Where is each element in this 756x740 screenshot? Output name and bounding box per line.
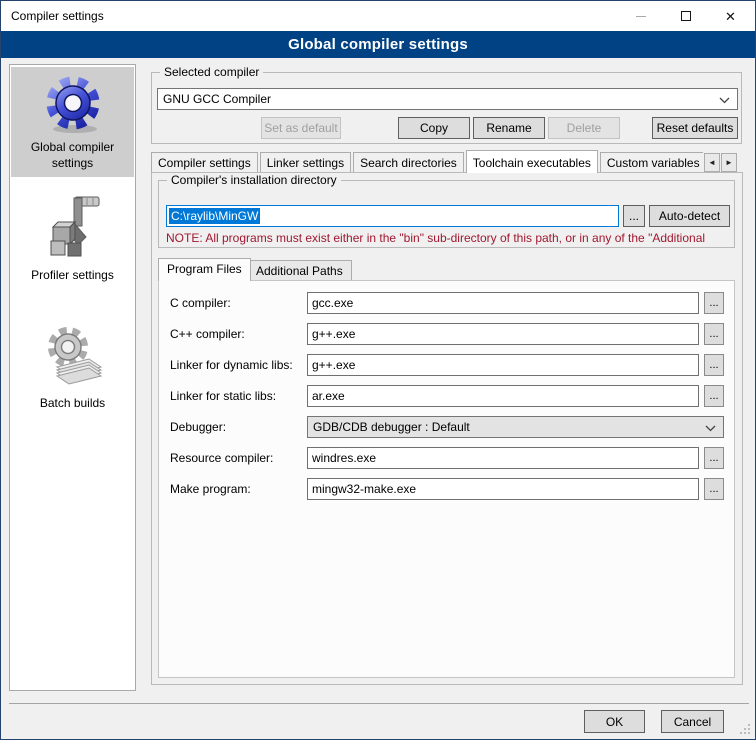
minimize-icon bbox=[636, 16, 646, 17]
installation-directory-input[interactable]: C:\raylib\MinGW bbox=[166, 205, 619, 227]
resize-grip[interactable] bbox=[738, 722, 751, 735]
subtab-additional-paths[interactable]: Additional Paths bbox=[247, 260, 352, 282]
batch-builds-gear-icon bbox=[41, 321, 105, 393]
dynamic-linker-input[interactable] bbox=[307, 354, 699, 376]
sidebar-item-profiler-settings[interactable]: Profiler settings bbox=[11, 187, 134, 289]
field-label: Linker for static libs: bbox=[170, 389, 276, 403]
window-controls: ✕ bbox=[618, 1, 753, 31]
compiler-select[interactable]: GNU GCC Compiler bbox=[157, 88, 738, 110]
field-row-make-program: Make program: ... bbox=[159, 478, 734, 500]
debugger-select[interactable]: GDB/CDB debugger : Default bbox=[307, 416, 724, 438]
tab-scroll-right-button[interactable]: ► bbox=[721, 153, 737, 172]
resource-compiler-input[interactable] bbox=[307, 447, 699, 469]
close-button[interactable]: ✕ bbox=[708, 1, 753, 31]
footer-separator bbox=[9, 703, 749, 704]
sidebar-item-label: Global compiler settings bbox=[11, 139, 134, 177]
banner-title: Global compiler settings bbox=[288, 36, 468, 53]
field-label: C compiler: bbox=[170, 296, 231, 310]
selected-compiler-group: Selected compiler GNU GCC Compiler Set a… bbox=[151, 72, 742, 144]
cancel-button[interactable]: Cancel bbox=[661, 710, 724, 733]
title-bar[interactable]: Compiler settings ✕ bbox=[1, 1, 755, 31]
subtab-program-files[interactable]: Program Files bbox=[158, 258, 251, 281]
tab-compiler-settings[interactable]: Compiler settings bbox=[151, 152, 258, 173]
maximize-button[interactable] bbox=[663, 1, 708, 31]
copy-button[interactable]: Copy bbox=[398, 117, 470, 139]
sidebar-item-label: Profiler settings bbox=[11, 267, 134, 289]
browse-button[interactable]: ... bbox=[704, 385, 724, 407]
field-row-dynamic-linker: Linker for dynamic libs: ... bbox=[159, 354, 734, 376]
ok-button[interactable]: OK bbox=[584, 710, 645, 733]
chevron-down-icon bbox=[719, 97, 730, 104]
chevron-down-icon bbox=[705, 425, 716, 432]
program-files-page: C compiler: ... C++ compiler: ... Linker… bbox=[158, 280, 735, 678]
note-text: NOTE: All programs must exist either in … bbox=[166, 231, 738, 245]
reset-defaults-button[interactable]: Reset defaults bbox=[652, 117, 738, 139]
window-title: Compiler settings bbox=[11, 1, 104, 31]
compiler-tabs: Compiler settings Linker settings Search… bbox=[151, 150, 703, 173]
cpp-compiler-input[interactable] bbox=[307, 323, 699, 345]
tab-search-directories[interactable]: Search directories bbox=[353, 152, 464, 173]
gear-blue-icon bbox=[41, 73, 105, 137]
field-label: Resource compiler: bbox=[170, 451, 273, 465]
settings-category-list: Global compiler settings bbox=[9, 64, 136, 691]
browse-button[interactable]: ... bbox=[704, 292, 724, 314]
maximize-icon bbox=[681, 11, 691, 21]
browse-button[interactable]: ... bbox=[704, 478, 724, 500]
sidebar-item-global-compiler-settings[interactable]: Global compiler settings bbox=[11, 67, 134, 177]
sidebar-item-label: Batch builds bbox=[11, 395, 134, 417]
field-label: C++ compiler: bbox=[170, 327, 245, 341]
debugger-select-value: GDB/CDB debugger : Default bbox=[313, 420, 470, 434]
field-label: Make program: bbox=[170, 482, 251, 496]
browse-button[interactable]: ... bbox=[704, 354, 724, 376]
static-linker-input[interactable] bbox=[307, 385, 699, 407]
c-compiler-input[interactable] bbox=[307, 292, 699, 314]
tab-toolchain-executables[interactable]: Toolchain executables bbox=[466, 150, 598, 173]
close-icon: ✕ bbox=[725, 10, 736, 23]
field-row-resource-compiler: Resource compiler: ... bbox=[159, 447, 734, 469]
field-row-static-linker: Linker for static libs: ... bbox=[159, 385, 734, 407]
banner: Global compiler settings bbox=[1, 31, 755, 58]
tab-scroll-left-button[interactable]: ◄ bbox=[704, 153, 720, 172]
sidebar-item-batch-builds[interactable]: Batch builds bbox=[11, 315, 134, 417]
installation-directory-legend: Compiler's installation directory bbox=[167, 173, 341, 187]
profiler-caliper-icon bbox=[41, 193, 105, 265]
make-program-input[interactable] bbox=[307, 478, 699, 500]
tab-custom-variables[interactable]: Custom variables bbox=[600, 152, 703, 173]
rename-button[interactable]: Rename bbox=[473, 117, 545, 139]
set-as-default-button[interactable]: Set as default bbox=[261, 117, 341, 139]
field-label: Debugger: bbox=[170, 420, 226, 434]
compiler-select-value: GNU GCC Compiler bbox=[163, 92, 271, 106]
delete-button[interactable]: Delete bbox=[548, 117, 620, 139]
browse-button[interactable]: ... bbox=[704, 323, 724, 345]
installation-directory-value: C:\raylib\MinGW bbox=[169, 208, 260, 224]
tab-linker-settings[interactable]: Linker settings bbox=[260, 152, 351, 173]
field-row-cpp-compiler: C++ compiler: ... bbox=[159, 323, 734, 345]
selected-compiler-legend: Selected compiler bbox=[160, 65, 263, 79]
compiler-settings-dialog: Compiler settings ✕ Global compiler sett… bbox=[0, 0, 756, 740]
minimize-button[interactable] bbox=[618, 1, 663, 31]
auto-detect-button[interactable]: Auto-detect bbox=[649, 205, 730, 227]
field-row-debugger: Debugger: GDB/CDB debugger : Default bbox=[159, 416, 734, 438]
field-row-c-compiler: C compiler: ... bbox=[159, 292, 734, 314]
browse-button[interactable]: ... bbox=[704, 447, 724, 469]
directory-browse-button[interactable]: ... bbox=[623, 205, 645, 227]
field-label: Linker for dynamic libs: bbox=[170, 358, 293, 372]
